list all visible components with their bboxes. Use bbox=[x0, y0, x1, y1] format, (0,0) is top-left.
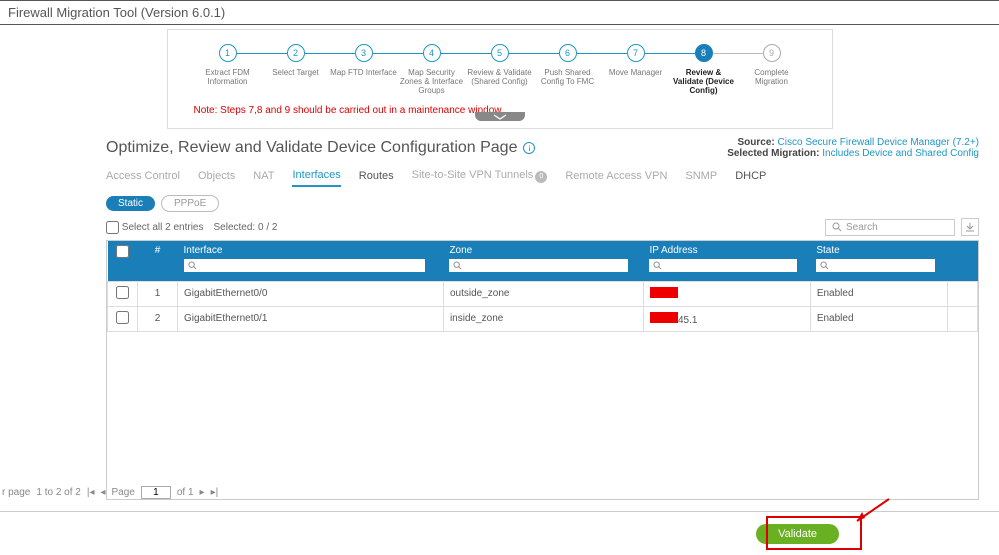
col-zone-filter[interactable] bbox=[449, 259, 628, 272]
col-number: # bbox=[138, 241, 178, 281]
tab-access-control: Access Control bbox=[106, 170, 180, 186]
pager-prev[interactable]: ◂ bbox=[100, 487, 105, 498]
bottom-bar: Validate bbox=[0, 511, 999, 555]
col-state-filter[interactable] bbox=[816, 259, 935, 272]
step-4[interactable]: 4Map Security Zones & Interface Groups bbox=[398, 44, 466, 95]
step-9: 9Complete Migration bbox=[738, 44, 806, 86]
col-select-all[interactable] bbox=[108, 241, 138, 281]
step-2[interactable]: 2Select Target bbox=[262, 44, 330, 77]
download-button[interactable] bbox=[961, 218, 979, 236]
col-ip: IP Address bbox=[643, 241, 810, 281]
info-icon[interactable]: i bbox=[523, 142, 535, 154]
step-1[interactable]: 1Extract FDM Information bbox=[194, 44, 262, 86]
subtab-static[interactable]: Static bbox=[106, 196, 155, 211]
step-8[interactable]: 8Review & Validate (Device Config) bbox=[670, 44, 738, 95]
migration-link[interactable]: Includes Device and Shared Config bbox=[822, 148, 979, 159]
tab-snmp: SNMP bbox=[685, 170, 717, 186]
step-5[interactable]: 5Review & Validate (Shared Config) bbox=[466, 44, 534, 86]
redacted-ip bbox=[650, 287, 678, 298]
table-row[interactable]: 1 GigabitEthernet0/0 outside_zone Enable… bbox=[108, 281, 978, 306]
app-title: Firewall Migration Tool (Version 6.0.1) bbox=[0, 0, 999, 25]
config-tabs: Access Control Objects NAT Interfaces Ro… bbox=[0, 159, 999, 187]
pager-last[interactable]: ▸| bbox=[211, 487, 219, 498]
validate-button[interactable]: Validate bbox=[756, 524, 839, 544]
col-interface: Interface bbox=[178, 241, 444, 281]
tab-dhcp[interactable]: DHCP bbox=[735, 170, 766, 186]
pager-first[interactable]: |◂ bbox=[87, 487, 95, 498]
tab-remote-vpn: Remote Access VPN bbox=[565, 170, 667, 186]
tab-nat: NAT bbox=[253, 170, 274, 186]
subtab-pppoe[interactable]: PPPoE bbox=[161, 195, 219, 212]
source-link[interactable]: Cisco Secure Firewall Device Manager (7.… bbox=[778, 137, 979, 148]
row-checkbox[interactable] bbox=[116, 286, 129, 299]
tab-interfaces[interactable]: Interfaces bbox=[292, 169, 340, 187]
tab-site-vpn: Site-to-Site VPN Tunnels0 bbox=[412, 169, 548, 187]
selected-count: Selected: 0 / 2 bbox=[214, 222, 278, 233]
pager: r page 1 to 2 of 2 |◂ ◂ Page of 1 ▸ ▸| bbox=[0, 486, 218, 499]
table-row[interactable]: 2 GigabitEthernet0/1 inside_zone 45.1 En… bbox=[108, 306, 978, 331]
step-7[interactable]: 7Move Manager bbox=[602, 44, 670, 77]
col-zone: Zone bbox=[443, 241, 643, 281]
step-3[interactable]: 3Map FTD Interface bbox=[330, 44, 398, 77]
page-range: 1 to 2 of 2 bbox=[36, 487, 80, 498]
tab-objects: Objects bbox=[198, 170, 235, 186]
col-actions bbox=[948, 241, 978, 281]
collapse-handle[interactable] bbox=[475, 112, 525, 121]
migration-meta: Source: Cisco Secure Firewall Device Man… bbox=[727, 137, 979, 159]
pager-next[interactable]: ▸ bbox=[200, 487, 205, 498]
download-icon bbox=[965, 222, 975, 232]
select-all-checkbox[interactable]: Select all 2 entries bbox=[106, 221, 204, 234]
row-checkbox[interactable] bbox=[116, 311, 129, 324]
col-interface-filter[interactable] bbox=[184, 259, 425, 272]
step-6[interactable]: 6Push Shared Config To FMC bbox=[534, 44, 602, 86]
col-ip-filter[interactable] bbox=[649, 259, 796, 272]
page-title: Optimize, Review and Validate Device Con… bbox=[106, 137, 535, 159]
col-state: State bbox=[810, 241, 947, 281]
tab-routes[interactable]: Routes bbox=[359, 170, 394, 186]
page-number-input[interactable] bbox=[141, 486, 171, 499]
redacted-ip bbox=[650, 312, 678, 323]
interfaces-table: # Interface Zone IP Address State 1 Giga… bbox=[106, 240, 979, 500]
search-input[interactable]: Search bbox=[825, 219, 955, 236]
search-icon bbox=[832, 222, 842, 232]
